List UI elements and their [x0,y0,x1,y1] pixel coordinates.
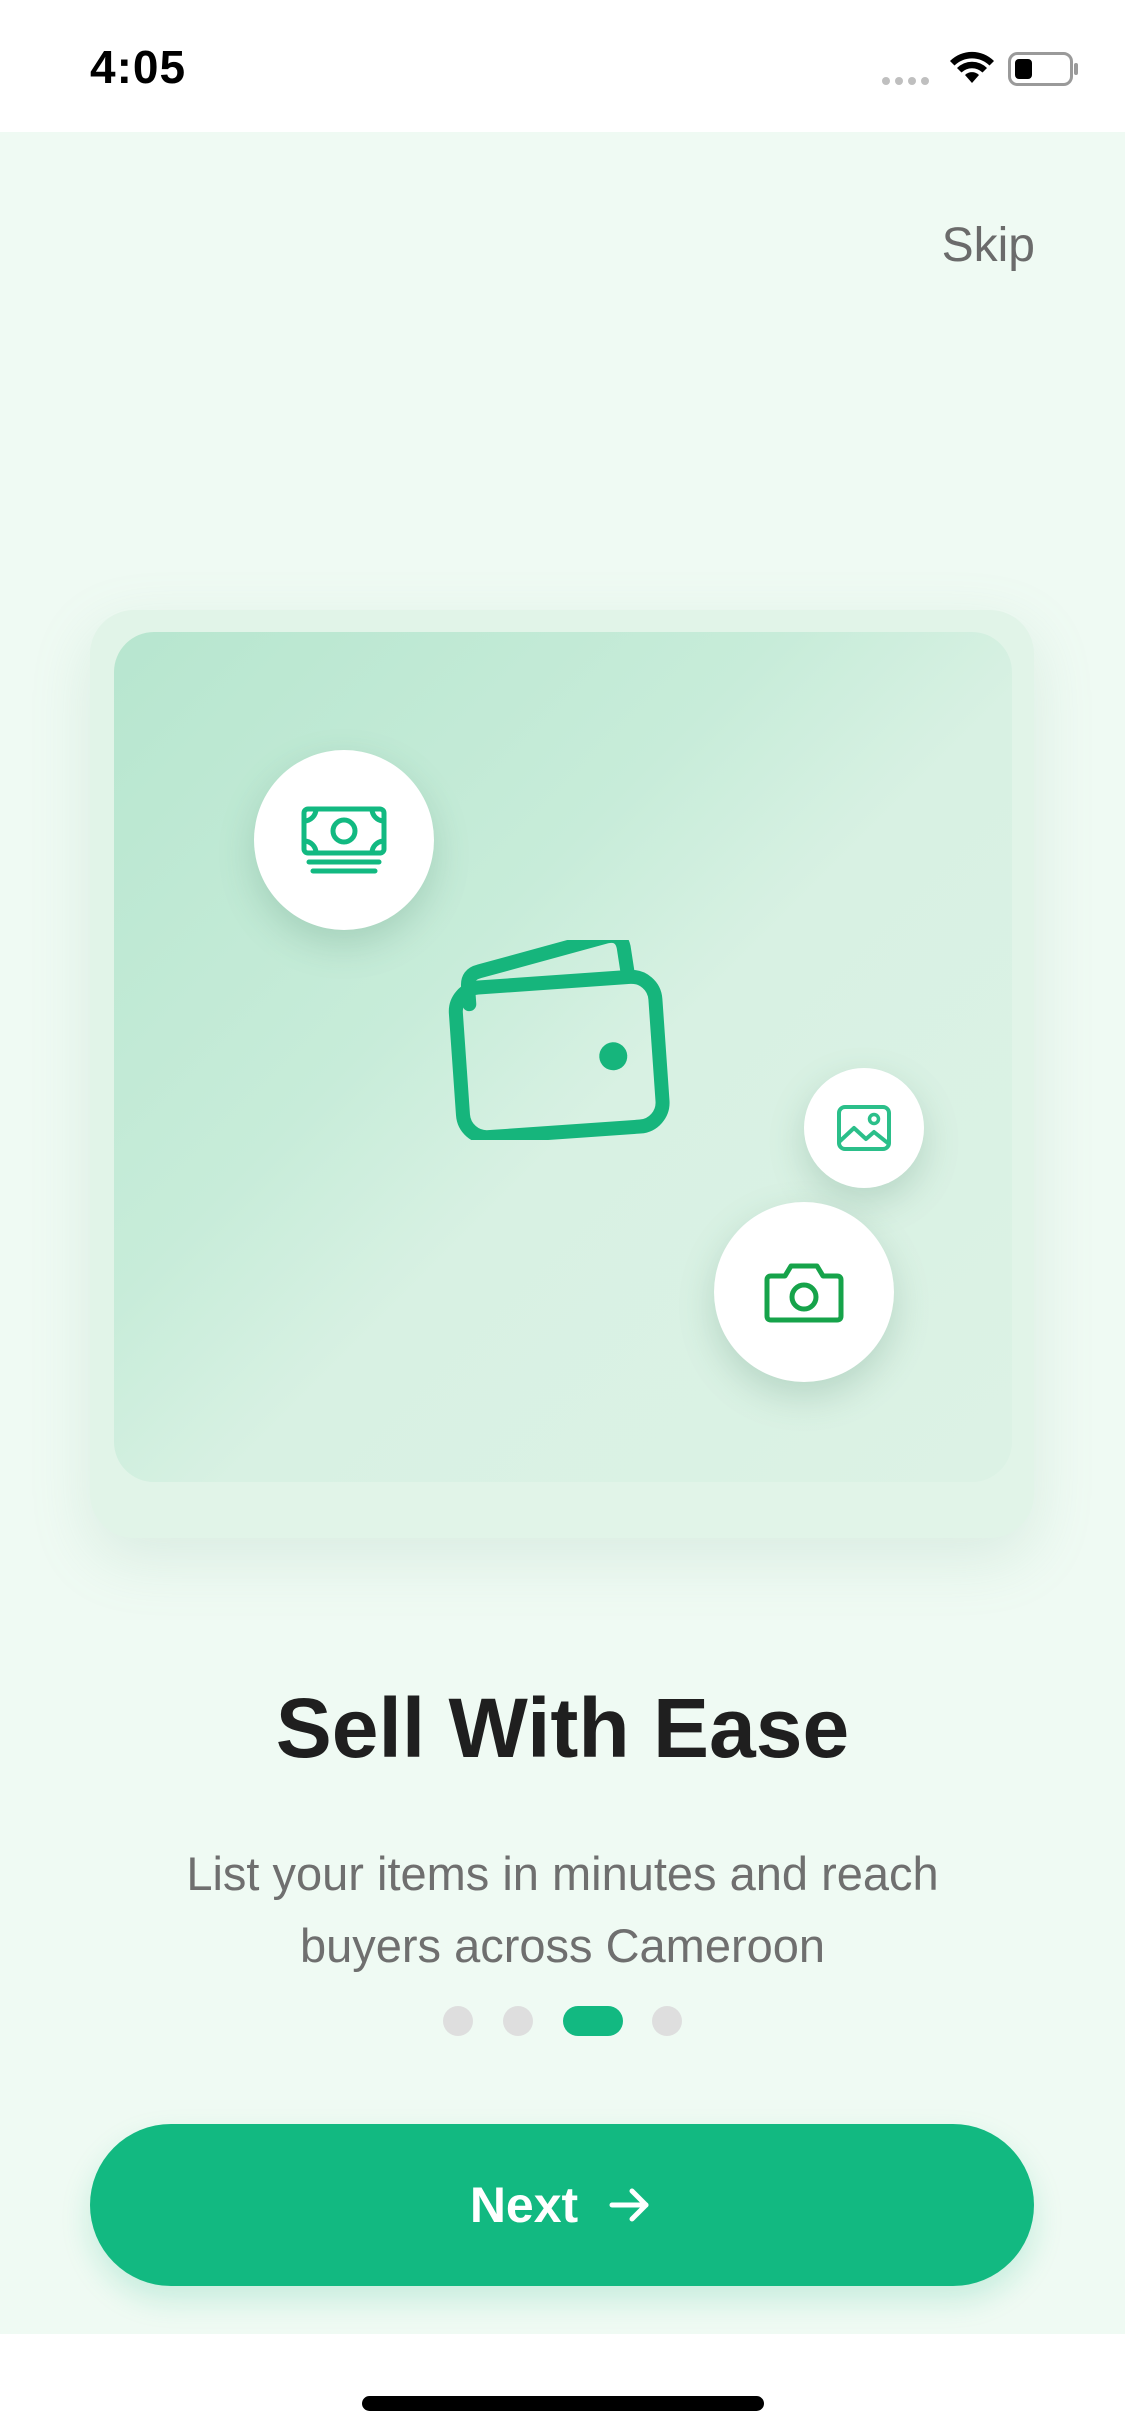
page-indicator [0,2006,1125,2036]
battery-icon [1008,52,1078,86]
illustration-card [90,610,1034,1538]
next-button-label: Next [469,2177,579,2233]
page-dot[interactable] [443,2006,473,2036]
camera-icon [764,1263,844,1323]
cellular-signal-icon [882,77,929,85]
onboarding-subtitle: List your items in minutes and reach buy… [186,1847,939,1972]
arrow-right-icon [609,2188,649,2222]
image-icon [837,1105,891,1151]
skip-button[interactable]: Skip [942,218,1035,273]
status-time: 4:05 [90,41,187,93]
image-badge [804,1068,924,1188]
camera-badge [714,1202,894,1382]
page-dot-active[interactable] [563,2006,623,2036]
page-dot[interactable] [652,2006,682,2036]
money-badge [254,750,434,930]
home-indicator-area [0,2334,1125,2436]
illustration-panel [114,632,1012,1482]
onboarding-screen: Skip Sell With Ease List your items in m… [0,132,1125,2334]
home-indicator[interactable] [362,2396,764,2411]
page-dot[interactable] [503,2006,533,2036]
onboarding-title: Sell With Ease [275,1681,850,1775]
next-button[interactable]: Next [90,2124,1034,2286]
wifi-icon [950,51,994,83]
money-icon [301,806,387,874]
status-bar: 4:05 [0,0,1125,132]
wallet-icon [448,940,670,1140]
